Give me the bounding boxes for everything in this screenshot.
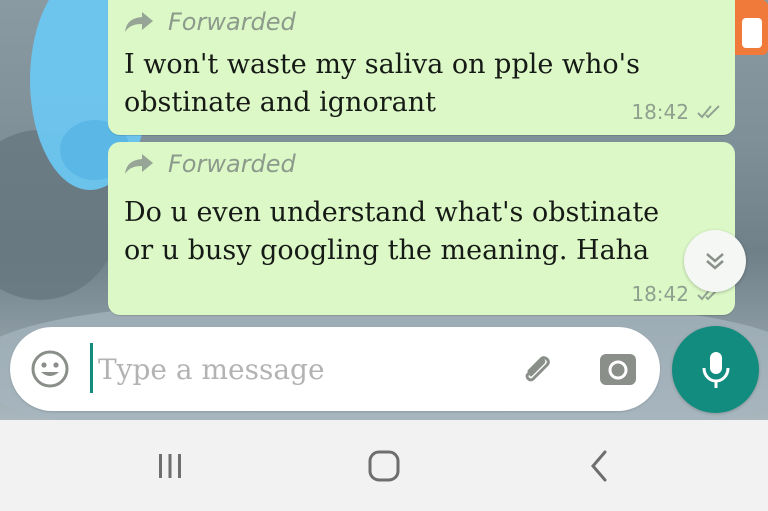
forward-arrow-icon [125, 12, 153, 32]
system-navigation-bar [0, 421, 768, 511]
back-icon [591, 450, 607, 482]
message-text: Do u even understand what's obstinate or… [124, 197, 660, 266]
recents-icon [159, 454, 181, 478]
paperclip-icon [525, 356, 550, 382]
text-caret [90, 343, 93, 393]
emoji-button[interactable] [30, 349, 70, 389]
double-chevron-down-icon [706, 253, 724, 270]
attach-button[interactable] [515, 347, 559, 391]
back-button[interactable] [570, 441, 630, 491]
message-bubble[interactable]: Forwarded Do u even understand what's ob… [108, 142, 735, 315]
smiley-icon [31, 350, 69, 388]
message-meta: 18:42 [631, 100, 721, 124]
double-check-icon [697, 104, 721, 120]
forwarded-indicator: Forwarded [124, 150, 296, 178]
microphone-icon [702, 351, 729, 388]
forwarded-label: Forwarded [168, 8, 296, 36]
home-icon [368, 450, 400, 482]
message-text: I won't waste my saliva on pple who's ob… [124, 49, 640, 118]
forward-arrow-icon [125, 154, 153, 174]
voice-message-button[interactable] [672, 326, 759, 413]
message-time: 18:42 [631, 100, 689, 124]
message-time: 18:42 [631, 282, 689, 306]
camera-button[interactable] [598, 349, 638, 389]
wallpaper-shape [742, 18, 762, 48]
message-bubble[interactable]: Forwarded I won't waste my saliva on ppl… [108, 0, 735, 135]
forwarded-label: Forwarded [168, 150, 296, 178]
recents-button[interactable] [140, 441, 200, 491]
camera-icon [600, 354, 636, 385]
home-button[interactable] [354, 441, 414, 491]
scroll-to-bottom-button[interactable] [684, 230, 746, 292]
message-composer [10, 327, 660, 411]
message-input[interactable] [98, 345, 498, 393]
forwarded-indicator: Forwarded [124, 8, 296, 36]
